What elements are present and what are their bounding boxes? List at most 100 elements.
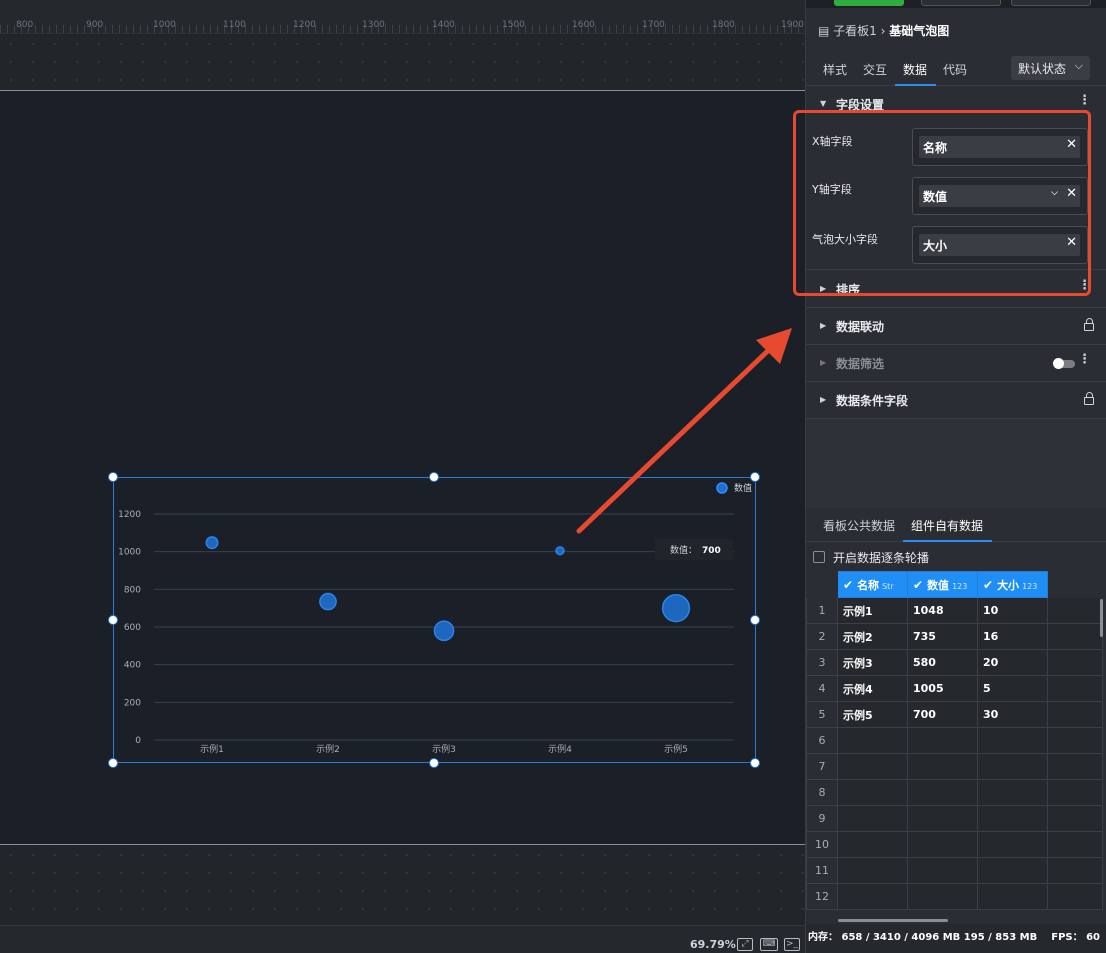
carousel-checkbox[interactable] [813,551,825,563]
column-type: 123 [952,581,968,591]
resize-handle-left[interactable] [108,615,118,625]
table-cell-empty [1047,597,1103,624]
table-cell[interactable] [977,753,1048,780]
table-cell[interactable] [977,831,1048,858]
table-cell[interactable]: 16 [977,623,1048,650]
table-cell[interactable] [907,857,978,884]
table-cell[interactable] [837,883,908,910]
table-row[interactable]: 6 [806,727,1103,754]
table-cell[interactable] [977,805,1048,832]
caret-down-icon[interactable]: ▼ [820,99,826,108]
zoom-level[interactable]: 69.79% [690,938,736,951]
resize-handle-bottom-right[interactable] [750,758,760,768]
table-cell[interactable] [977,727,1048,754]
table-cell[interactable] [977,883,1048,910]
column-header[interactable]: ✔ 大小 123 [977,571,1048,598]
table-cell[interactable] [907,727,978,754]
table-cell[interactable]: 580 [907,649,978,676]
top-action-button[interactable] [834,0,904,6]
section-title[interactable]: 数据筛选 [836,355,884,372]
section-title[interactable]: 数据联动 [836,318,884,335]
ruler-tick: 1400 [432,20,455,30]
table-row[interactable]: 4 示例4 1005 5 [806,675,1103,702]
table-cell[interactable] [837,831,908,858]
table-cell[interactable] [907,805,978,832]
bubble-point [661,594,691,623]
caret-right-icon[interactable]: ▶ [820,395,826,404]
table-row[interactable]: 11 [806,857,1103,884]
table-cell[interactable] [907,831,978,858]
table-cell[interactable] [837,753,908,780]
table-row[interactable]: 1 示例1 1048 10 [806,597,1103,624]
table-cell[interactable]: 示例5 [837,701,908,728]
ruler-tick: 1300 [362,20,385,30]
resize-handle-bottom[interactable] [429,758,439,768]
terminal-icon[interactable]: >_ [784,938,800,951]
caret-right-icon[interactable]: ▶ [820,321,826,330]
table-cell[interactable]: 20 [977,649,1048,676]
table-cell[interactable]: 700 [907,701,978,728]
table-cell[interactable] [907,753,978,780]
more-icon[interactable]: ⋮ [1078,352,1091,367]
resize-handle-top[interactable] [429,472,439,482]
top-action-button[interactable] [921,0,1001,6]
table-row[interactable]: 3 示例3 580 20 [806,649,1103,676]
table-cell[interactable] [837,857,908,884]
tab-code[interactable]: 代码 [943,61,967,78]
table-cell[interactable]: 示例4 [837,675,908,702]
table-cell[interactable]: 示例1 [837,597,908,624]
table-row[interactable]: 10 [806,831,1103,858]
table-cell-empty [1047,779,1103,806]
row-number: 4 [806,675,838,702]
table-cell[interactable]: 10 [977,597,1048,624]
section-title[interactable]: 数据条件字段 [836,392,908,409]
state-select[interactable]: 默认状态 ⌵ [1011,56,1090,80]
column-header[interactable]: ✔ 名称 Str [837,571,908,598]
table-cell[interactable]: 735 [907,623,978,650]
table-row[interactable]: 12 [806,883,1103,910]
table-cell[interactable] [907,883,978,910]
data-table[interactable]: ✔ 名称 Str ✔ 数值 123 ✔ 大小 123 1 示例1 1048 10 2 示例2 735 16… [806,571,1106,910]
horizontal-scrollbar[interactable] [838,919,948,922]
fit-screen-icon[interactable]: ⤢ [737,938,753,951]
table-cell[interactable] [977,857,1048,884]
more-icon[interactable]: ⋮ [1078,93,1091,108]
table-cell[interactable] [837,727,908,754]
column-header[interactable]: ✔ 数值 123 [907,571,978,598]
filter-toggle[interactable] [1053,358,1075,369]
table-row[interactable]: 2 示例2 735 16 [806,623,1103,650]
table-cell[interactable]: 示例3 [837,649,908,676]
tab-active-indicator [895,84,936,86]
x-tick-label: 示例4 [548,743,572,755]
table-cell[interactable] [907,779,978,806]
vertical-scrollbar[interactable] [1100,599,1103,637]
keyboard-icon[interactable]: ⌨ [760,938,778,951]
resize-handle-right[interactable] [750,615,760,625]
table-cell[interactable] [977,779,1048,806]
carousel-label: 开启数据逐条轮播 [833,551,930,565]
bubble-point [555,546,565,556]
table-cell[interactable]: 1048 [907,597,978,624]
table-row[interactable]: 8 [806,779,1103,806]
tab-interaction[interactable]: 交互 [863,61,887,78]
table-cell[interactable] [837,805,908,832]
table-cell[interactable] [837,779,908,806]
caret-right-icon[interactable]: ▶ [820,358,826,367]
breadcrumb-parent[interactable]: 子看板1 [833,24,877,38]
top-action-button[interactable] [1011,0,1091,6]
tab-component-own-data[interactable]: 组件自有数据 [911,517,983,534]
tab-data[interactable]: 数据 [903,61,927,78]
table-row[interactable]: 9 [806,805,1103,832]
table-cell[interactable]: 1005 [907,675,978,702]
table-row[interactable]: 7 [806,753,1103,780]
row-number: 10 [806,831,838,858]
tab-board-public-data[interactable]: 看板公共数据 [823,517,895,534]
resize-handle-top-left[interactable] [108,472,118,482]
table-cell[interactable]: 30 [977,701,1048,728]
column-type: 123 [1022,581,1038,591]
table-cell[interactable]: 示例2 [837,623,908,650]
table-row[interactable]: 5 示例5 700 30 [806,701,1103,728]
table-cell[interactable]: 5 [977,675,1048,702]
tab-style[interactable]: 样式 [823,61,847,78]
resize-handle-bottom-left[interactable] [108,758,118,768]
